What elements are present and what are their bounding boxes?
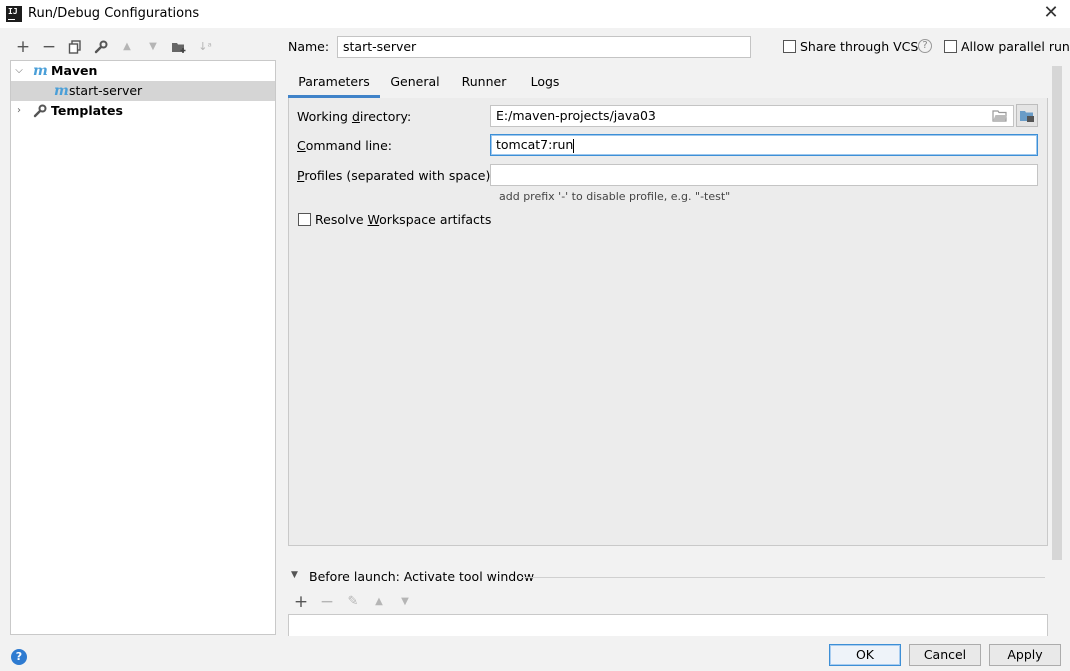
command-line-input[interactable]: tomcat7:run <box>490 134 1038 156</box>
wrench-icon <box>33 104 47 124</box>
name-label: Name: <box>288 39 330 54</box>
close-icon[interactable]: ✕ <box>1040 3 1062 25</box>
intellij-app-icon: IJ <box>6 6 22 22</box>
help-button[interactable]: ? <box>11 649 27 665</box>
apply-button[interactable]: Apply <box>989 644 1061 666</box>
tree-item-maven[interactable]: ⌵ m Maven <box>11 61 275 81</box>
text-cursor <box>573 138 575 153</box>
ok-button[interactable]: OK <box>829 644 901 666</box>
name-input[interactable]: start-server <box>337 36 751 58</box>
chevron-right-icon[interactable]: › <box>14 101 24 121</box>
resolve-workspace-label: Resolve Workspace artifacts <box>315 212 492 227</box>
sort-icon[interactable]: ↓ᵃ <box>196 38 214 56</box>
browse-folder-icon[interactable] <box>992 109 1008 126</box>
configuration-tree: ⌵ m Maven m start-server › Templates <box>10 60 276 635</box>
chevron-down-icon[interactable]: ⌵ <box>14 61 24 81</box>
profiles-input[interactable] <box>490 164 1038 186</box>
wrench-icon[interactable] <box>92 38 110 56</box>
before-launch-title: Before launch: Activate tool window <box>309 569 535 584</box>
before-launch-list <box>288 614 1048 636</box>
window-title: Run/Debug Configurations <box>28 6 200 21</box>
command-line-label: Command line: <box>297 138 392 153</box>
before-launch-divider <box>522 577 1045 578</box>
cancel-button[interactable]: Cancel <box>909 644 981 666</box>
edit-task-icon[interactable]: ✎ <box>344 593 362 611</box>
vertical-scrollbar[interactable] <box>1052 66 1062 560</box>
share-vcs-label: Share through VCS <box>800 39 919 54</box>
tree-item-start-server[interactable]: m start-server <box>11 81 275 101</box>
working-directory-input[interactable]: E:/maven-projects/java03 <box>490 105 1014 127</box>
add-task-icon[interactable]: + <box>292 593 310 611</box>
move-down-icon[interactable]: ▼ <box>396 593 414 611</box>
profiles-hint: add prefix '-' to disable profile, e.g. … <box>499 190 731 203</box>
resolve-workspace-checkbox[interactable] <box>298 213 311 226</box>
working-directory-label: Working directory: <box>297 109 412 124</box>
tree-item-label: Templates <box>51 103 123 118</box>
maven-icon: m <box>54 83 69 99</box>
add-icon[interactable]: + <box>14 38 32 56</box>
tab-logs[interactable]: Logs <box>522 72 568 98</box>
tab-general[interactable]: General <box>384 72 446 98</box>
tree-item-templates[interactable]: › Templates <box>11 101 275 121</box>
move-up-icon[interactable]: ▲ <box>118 38 136 56</box>
macro-folder-button[interactable] <box>1016 104 1038 127</box>
profiles-label: Profiles (separated with space): <box>297 168 495 183</box>
move-up-icon[interactable]: ▲ <box>370 593 388 611</box>
new-folder-icon[interactable] <box>170 38 188 56</box>
share-vcs-checkbox[interactable] <box>783 40 796 53</box>
collapse-triangle-icon[interactable]: ▼ <box>291 570 298 580</box>
app-icon-text: IJ <box>8 7 18 16</box>
help-icon[interactable]: ? <box>918 39 932 53</box>
tree-item-label: Maven <box>51 63 98 78</box>
allow-parallel-checkbox[interactable] <box>944 40 957 53</box>
remove-icon[interactable]: − <box>40 38 58 56</box>
allow-parallel-label: Allow parallel run <box>961 39 1070 54</box>
copy-icon[interactable] <box>66 38 84 56</box>
maven-icon: m <box>33 63 48 79</box>
tree-item-label: start-server <box>69 83 143 98</box>
tab-runner[interactable]: Runner <box>454 72 514 98</box>
command-line-text: tomcat7:run <box>496 137 574 152</box>
move-down-icon[interactable]: ▼ <box>144 38 162 56</box>
remove-task-icon[interactable]: − <box>318 593 336 611</box>
